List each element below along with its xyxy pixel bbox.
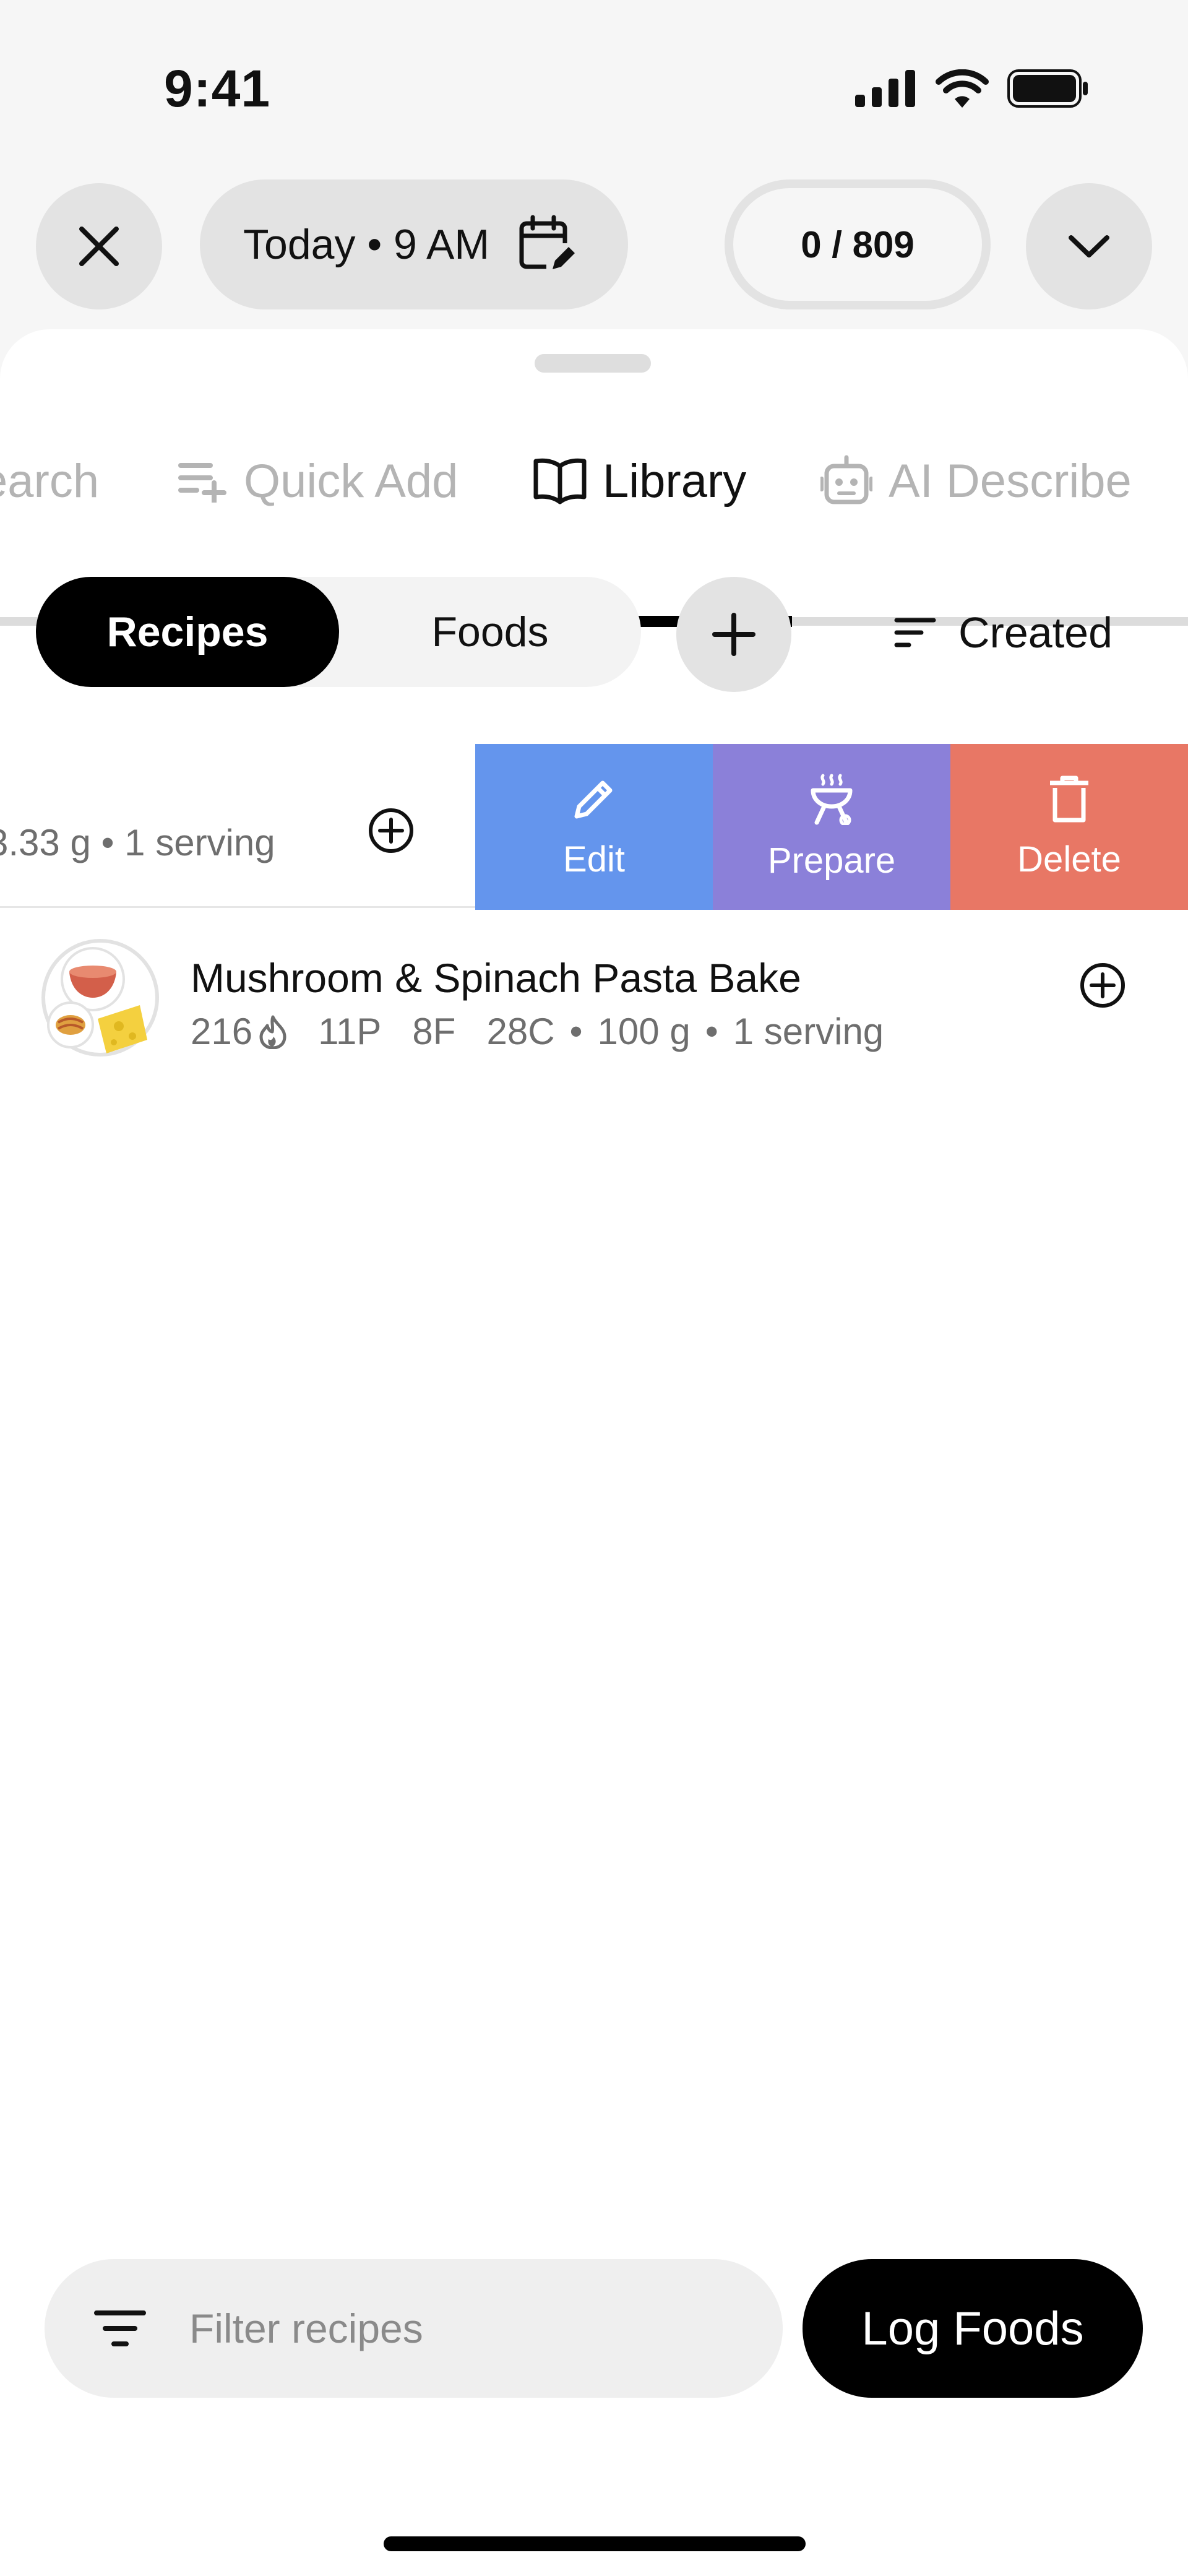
carbs-value: 28C [486, 1011, 555, 1052]
bottom-sheet: earch Quick Add Library AI Describe [0, 329, 1188, 2576]
sheet-handle[interactable] [535, 354, 651, 373]
close-icon [79, 227, 119, 266]
tab-bar: earch Quick Add Library AI Describe [0, 419, 1188, 627]
prepare-action-label: Prepare [767, 840, 896, 881]
tab-quick-add-label: Quick Add [244, 454, 458, 508]
log-foods-button[interactable]: Log Foods [803, 2259, 1143, 2398]
separator-dot: • [569, 1011, 583, 1052]
recipe-meta: 3.33 g • 1 serving [0, 822, 275, 863]
tab-library[interactable]: Library [533, 419, 746, 543]
wifi-icon [936, 69, 989, 108]
recipe-name: Mushroom & Spinach Pasta Bake [191, 955, 801, 1001]
chevron-down-icon [1069, 235, 1109, 257]
tab-library-label: Library [603, 454, 747, 508]
weight-value: 100 g [597, 1011, 691, 1052]
recipe-thumbnail [41, 939, 159, 1057]
tab-ai-describe-label: AI Describe [889, 454, 1132, 508]
count-label: 0 / 809 [801, 223, 915, 266]
sort-icon [894, 618, 936, 647]
close-button[interactable] [36, 183, 162, 309]
playlist-add-icon [178, 463, 226, 503]
status-icons [855, 69, 1089, 108]
robot-icon [820, 455, 872, 504]
plus-icon [712, 613, 755, 656]
protein-value: 11P [318, 1011, 382, 1052]
recipe-row-swiped[interactable]: 3.33 g • 1 serving Edit Prepare Delete [0, 744, 1188, 910]
battery-icon [1007, 69, 1088, 108]
grill-icon [811, 774, 853, 825]
add-circle-icon[interactable] [1078, 961, 1127, 1010]
trash-icon [1050, 776, 1088, 822]
date-label: Today • 9 AM [243, 221, 490, 268]
home-indicator [384, 2536, 806, 2551]
expand-button[interactable] [1026, 183, 1152, 309]
tab-search-label: earch [0, 454, 100, 508]
delete-action-button[interactable]: Delete [950, 744, 1188, 910]
date-picker-button[interactable]: Today • 9 AM [200, 179, 628, 309]
edit-action-label: Edit [563, 839, 625, 880]
tab-ai-describe[interactable]: AI Describe [820, 419, 1132, 543]
recipes-foods-toggle: Recipes Foods [36, 577, 641, 687]
filter-input[interactable] [189, 2305, 746, 2352]
recipe-row[interactable]: Mushroom & Spinach Pasta Bake 216 11P 8F… [0, 936, 1188, 1122]
row-divider [0, 906, 475, 908]
pencil-icon [574, 780, 613, 818]
add-circle-icon[interactable] [366, 806, 416, 855]
edit-action-button[interactable]: Edit [475, 744, 713, 910]
item-counter[interactable]: 0 / 809 [725, 179, 991, 309]
fat-value: 8F [412, 1011, 456, 1052]
cellular-signal-icon [855, 70, 915, 107]
filter-icon [94, 2310, 146, 2346]
status-time: 9:41 [164, 59, 271, 118]
tab-search[interactable]: earch [0, 419, 99, 543]
filter-bar [45, 2259, 783, 2398]
prepare-action-button[interactable]: Prepare [713, 744, 950, 910]
sort-button[interactable]: Created [894, 589, 1113, 676]
calendar-edit-icon [519, 215, 578, 274]
flame-icon [259, 1015, 286, 1049]
delete-action-label: Delete [1017, 839, 1121, 880]
sort-label: Created [958, 608, 1113, 657]
calories-value: 216 [191, 1011, 253, 1052]
book-open-icon [533, 458, 587, 504]
tab-quick-add[interactable]: Quick Add [178, 419, 458, 543]
separator-dot: • [705, 1011, 718, 1052]
recipe-nutrition: 216 11P 8F 28C • 100 g • 1 serving [191, 1010, 884, 1053]
segment-foods[interactable]: Foods [339, 577, 641, 687]
servings-value: 1 serving [733, 1011, 884, 1052]
add-recipe-button[interactable] [676, 577, 791, 692]
segment-recipes[interactable]: Recipes [36, 577, 339, 687]
